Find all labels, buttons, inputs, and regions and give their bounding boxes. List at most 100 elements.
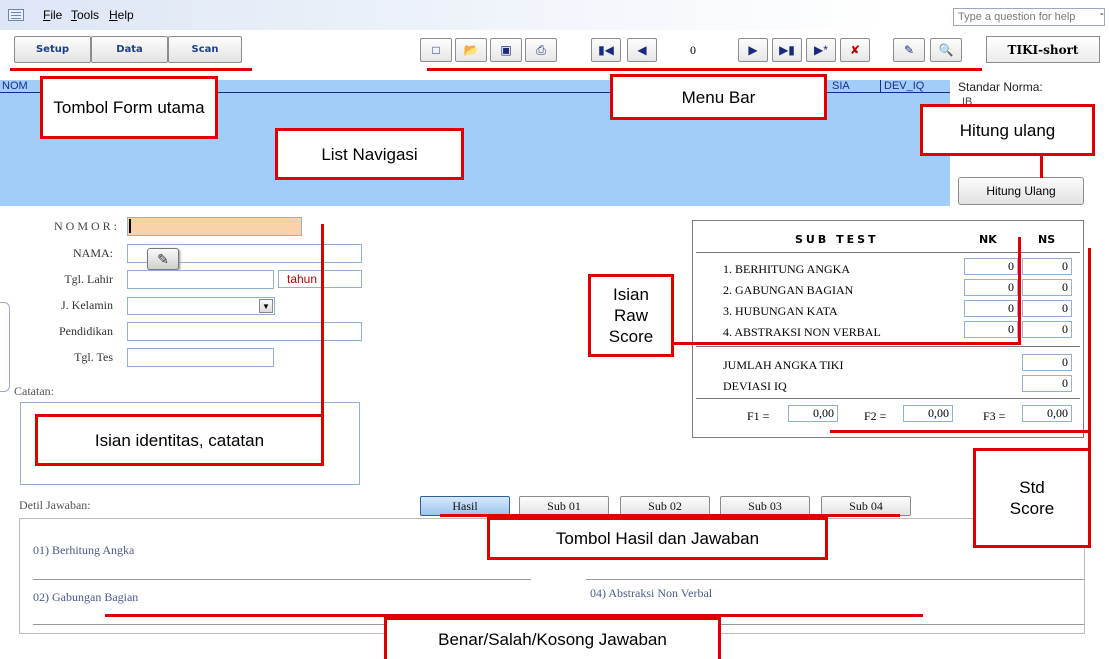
menu-tools-rest: ools — [77, 8, 100, 22]
tgl-tes-input[interactable] — [127, 348, 274, 367]
answer-section-label: 04) Abstraksi Non Verbal — [590, 586, 713, 600]
tab-sub-02[interactable]: Sub 02 — [620, 496, 710, 516]
menu-help-rest: elp — [117, 8, 134, 22]
detil-jawaban-label: Detil Jawaban: — [19, 498, 91, 512]
subtest-divider — [696, 346, 1080, 347]
jenis-kelamin-select[interactable] — [127, 297, 275, 315]
jumlah-angka-label: JUMLAH ANGKA TIKI — [723, 358, 844, 372]
annotation-text: Isian Raw Score — [608, 285, 654, 346]
setup-button[interactable]: Setup — [14, 36, 91, 63]
deviasi-iq-value[interactable]: 0 — [1022, 375, 1072, 392]
nk-input-4[interactable]: 0 — [964, 321, 1018, 338]
text-caret — [129, 219, 131, 233]
save-icon[interactable]: ▣ — [490, 38, 522, 62]
annotation-line — [1018, 237, 1021, 345]
nk-input-3[interactable]: 0 — [964, 300, 1018, 317]
annotation-isian-identitas: Isian identitas, catatan — [35, 414, 324, 466]
ns-input-3[interactable]: 0 — [1022, 300, 1072, 317]
column-separator — [880, 80, 881, 92]
answer-divider — [586, 579, 1084, 580]
help-dropdown-arrow[interactable]: - — [1100, 8, 1104, 20]
tiki-short-button[interactable]: TIKI-short — [986, 36, 1100, 63]
annotation-text: Benar/Salah/Kosong Jawaban — [438, 630, 667, 649]
f2-value[interactable]: 0,00 — [903, 405, 953, 422]
annotation-std-score: Std Score — [973, 448, 1091, 548]
ns-input-1[interactable]: 0 — [1022, 258, 1072, 275]
annotation-hitung-ulang: Hitung ulang — [920, 104, 1095, 156]
print-icon[interactable]: ⎙ — [525, 38, 557, 62]
column-usia[interactable]: SIA — [832, 80, 850, 92]
menu-file-rest: ile — [50, 8, 63, 22]
app-menu-icon[interactable] — [8, 9, 24, 21]
help-search-input[interactable]: Type a question for help — [953, 8, 1105, 26]
open-icon[interactable]: 📂 — [455, 38, 487, 62]
f2-label: F2 = — [864, 409, 887, 423]
nk-input-1[interactable]: 0 — [964, 258, 1018, 275]
signature-edit-icon[interactable]: ✎ — [147, 248, 179, 270]
tgl-tes-label: Tgl. Tes — [74, 350, 113, 364]
tgl-lahir-label: Tgl. Lahir — [64, 272, 113, 286]
annotation-text: Hitung ulang — [959, 120, 1056, 140]
menu-tools[interactable]: Tools — [71, 8, 99, 22]
annotation-tombol-hasil: Tombol Hasil dan Jawaban — [487, 517, 828, 560]
deviasi-iq-label: DEVIASI IQ — [723, 379, 787, 393]
annotation-line — [830, 430, 1090, 433]
jumlah-angka-value[interactable]: 0 — [1022, 354, 1072, 371]
annotation-text: Menu Bar — [681, 87, 756, 107]
tgl-lahir-input[interactable] — [127, 270, 274, 289]
record-number: 0 — [690, 43, 696, 57]
find-icon[interactable]: 🔍 — [930, 38, 962, 62]
menu-file[interactable]: File — [43, 8, 62, 22]
tab-sub-01[interactable]: Sub 01 — [519, 496, 609, 516]
annotation-text: Isian identitas, catatan — [94, 430, 265, 450]
new-record-icon[interactable]: ▶* — [806, 38, 836, 62]
annotation-line — [427, 68, 982, 71]
answer-section-label: 02) Gabungan Bagian — [33, 590, 139, 604]
subtest-row-label: 2. GABUNGAN BAGIAN — [723, 283, 854, 297]
catatan-label: Catatan: — [14, 384, 54, 398]
menu-help[interactable]: Help — [109, 8, 134, 22]
nk-input-2[interactable]: 0 — [964, 279, 1018, 296]
last-record-icon[interactable]: ▶▮ — [772, 38, 802, 62]
data-button[interactable]: Data — [91, 36, 168, 63]
tahun-field[interactable]: tahun — [278, 270, 362, 288]
menu-help-key: H — [109, 8, 118, 22]
nomor-label: NOMOR: — [53, 219, 120, 233]
standar-norma-label: Standar Norma: — [958, 80, 1043, 94]
annotation-text: Tombol Hasil dan Jawaban — [555, 529, 760, 548]
new-icon[interactable]: □ — [420, 38, 452, 62]
ns-input-4[interactable]: 0 — [1022, 321, 1072, 338]
jenis-kelamin-label: J. Kelamin — [61, 298, 113, 312]
ns-input-2[interactable]: 0 — [1022, 279, 1072, 296]
annotation-isian-raw-score: Isian Raw Score — [588, 274, 674, 357]
nomor-input[interactable] — [127, 217, 302, 236]
side-tab-handle[interactable] — [0, 302, 10, 392]
f1-value[interactable]: 0,00 — [788, 405, 838, 422]
subtest-row-label: 4. ABSTRAKSI NON VERBAL — [723, 325, 881, 339]
nk-header: NK — [979, 233, 997, 246]
annotation-list-navigasi: List Navigasi — [275, 128, 464, 180]
subtest-divider — [696, 398, 1080, 399]
hitung-ulang-button[interactable]: Hitung Ulang — [958, 177, 1084, 205]
prev-record-icon[interactable]: ◀ — [627, 38, 657, 62]
scan-button[interactable]: Scan — [168, 36, 242, 63]
next-record-icon[interactable]: ▶ — [738, 38, 768, 62]
f3-value[interactable]: 0,00 — [1022, 405, 1072, 422]
column-nomor[interactable]: NOM — [2, 80, 28, 92]
first-record-icon[interactable]: ▮◀ — [591, 38, 621, 62]
subtest-row-label: 1. BERHITUNG ANGKA — [723, 262, 850, 276]
annotation-tombol-form: Tombol Form utama — [40, 76, 218, 139]
annotation-line — [1040, 156, 1043, 178]
chevron-down-icon[interactable]: ▼ — [259, 299, 273, 313]
f3-label: F3 = — [983, 409, 1006, 423]
edit-icon[interactable]: ✎ — [893, 38, 925, 62]
annotation-line — [321, 224, 324, 414]
tab-sub-03[interactable]: Sub 03 — [720, 496, 810, 516]
tab-hasil[interactable]: Hasil — [420, 496, 510, 516]
delete-record-icon[interactable]: ✘ — [840, 38, 870, 62]
tab-sub-04[interactable]: Sub 04 — [821, 496, 911, 516]
subtest-header: SUB TEST — [795, 233, 879, 246]
annotation-menu-bar: Menu Bar — [610, 74, 827, 120]
column-dev-iq[interactable]: DEV_IQ — [884, 80, 924, 92]
pendidikan-input[interactable] — [127, 322, 362, 341]
